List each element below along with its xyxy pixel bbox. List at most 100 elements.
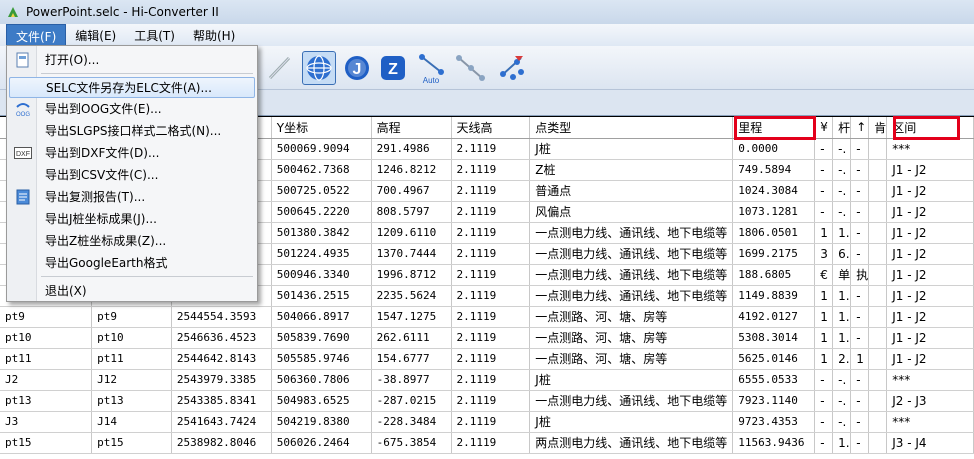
line-tool-icon[interactable] [262,51,296,85]
cell-col-point-type: J桩 [529,369,734,391]
cell-col-elevation: 1209.6110 [371,222,452,244]
cell-col-elevation: -675.3854 [371,432,452,454]
cell-col-id: J3 [0,411,93,433]
header-col-mileage[interactable]: 里程 [732,117,816,139]
file-menu-dropdown: 打开(O)... SELC文件另存为ELC文件(A)... OOG 导出到OOG… [6,45,258,302]
cell-col-y: 506360.7806 [271,369,372,391]
cell-col-extra-2: 2. [832,348,852,370]
cell-col-extra-2: -. [832,201,852,223]
cell-col-extra-4 [868,369,888,391]
cell-col-extra-4 [868,306,888,328]
cell-col-extra-1: 1 [814,348,834,370]
cell-col-y: 501224.4935 [271,243,372,265]
cell-col-extra-2: -. [832,390,852,412]
cell-col-interval: J2 - J3 [886,390,974,412]
menu-help[interactable]: 帮助(H) [184,24,244,46]
cell-col-extra-3: - [850,285,870,307]
menu-file[interactable]: 文件(F) [6,24,67,46]
header-col-elevation[interactable]: 高程 [371,117,452,139]
cell-col-extra-2: -. [832,411,852,433]
z-tool-icon[interactable]: Z [376,51,410,85]
cell-col-mileage: 1149.8839 [732,285,816,307]
cell-col-extra-3: - [850,369,870,391]
cell-col-point-type: 一点测路、河、塘、房等 [529,348,734,370]
menu-item-label: 导出到CSV文件(C)... [45,168,159,182]
connect-nodes-icon[interactable] [454,51,488,85]
cell-col-extra-1: 3 [814,243,834,265]
cell-col-extra-3: - [850,327,870,349]
menu-item-save-as-elc[interactable]: SELC文件另存为ELC文件(A)... [9,77,255,98]
cell-col-extra-3: - [850,411,870,433]
cell-col-antenna-height: 2.1119 [451,138,531,160]
edit-nodes-icon[interactable] [494,51,528,85]
cell-col-antenna-height: 2.1119 [451,180,531,202]
menu-item-export-dxf[interactable]: DXF 导出到DXF文件(D)... [9,142,255,163]
cell-col-extra-1: - [814,432,834,454]
auto-connect-icon[interactable]: Auto [416,51,450,85]
table-row[interactable]: pt9 pt9 2544554.3593 504066.8917 1547.1275 2.… [0,306,974,328]
cell-col-mileage: 11563.9436 [732,432,816,454]
cell-col-extra-1: - [814,390,834,412]
cell-col-antenna-height: 2.1119 [451,285,531,307]
header-col-extra-2[interactable]: 杆 [832,117,852,139]
cell-col-y: 500462.7368 [271,159,372,181]
cell-col-id: pt11 [0,348,93,370]
header-col-interval[interactable]: 区间 [886,117,974,139]
app-icon [6,5,20,19]
cell-col-elevation: 1246.8212 [371,159,452,181]
cell-col-interval: *** [886,411,974,433]
cell-col-extra-2: -. [832,369,852,391]
cell-col-mileage: 9723.4353 [732,411,816,433]
cell-col-extra-3: - [850,390,870,412]
cell-col-interval: J1 - J2 [886,222,974,244]
cell-col-id: pt9 [0,306,93,328]
cell-col-x: 2538982.8046 [171,432,272,454]
cell-col-extra-3: - [850,306,870,328]
cell-col-point-type: 普通点 [529,180,734,202]
table-row[interactable]: pt13 pt13 2543385.8341 504983.6525 -287.0215… [0,390,974,412]
menu-item-exit[interactable]: 退出(X) [9,280,255,301]
header-col-extra-4[interactable]: 肯 [868,117,888,139]
table-row[interactable]: pt10 pt10 2546636.4523 505839.7690 262.6111 2… [0,327,974,349]
j-tool-icon[interactable]: J [340,51,374,85]
menu-item-export-csv[interactable]: 导出到CSV文件(C)... [9,164,255,185]
cell-col-elevation: -38.8977 [371,369,452,391]
cell-col-extra-2: -. [832,159,852,181]
table-row[interactable]: J3 J14 2541643.7424 504219.8380 -228.3484 2.1… [0,411,974,433]
globe-tool-icon[interactable] [302,51,336,85]
menu-item-export-j-coords[interactable]: 导出J桩坐标成果(J)... [9,208,255,229]
menu-item-export-oog[interactable]: OOG 导出到OOG文件(E)... [9,98,255,119]
header-col-extra-1[interactable]: ¥ [814,117,834,139]
menu-item-label: 导出到OOG文件(E)... [45,102,162,116]
table-row[interactable]: J2 J12 2543979.3385 506360.7806 -38.8977 2.11… [0,369,974,391]
header-col-point-type[interactable]: 点类型 [529,117,734,139]
header-col-extra-3[interactable]: ↑ [850,117,870,139]
cell-col-mileage: 188.6805 [732,264,816,286]
header-col-antenna-height[interactable]: 天线高 [451,117,531,139]
table-row[interactable]: pt11 pt11 2544642.8143 505585.9746 154.6777 2… [0,348,974,370]
cell-col-elevation: 1370.7444 [371,243,452,265]
header-col-y[interactable]: Y坐标 [271,117,372,139]
menu-tools[interactable]: 工具(T) [125,24,184,46]
cell-col-name: pt11 [91,348,172,370]
cell-col-antenna-height: 2.1119 [451,369,531,391]
menu-item-export-slgps[interactable]: 导出SLGPS接口样式二格式(N)... [9,120,255,141]
menu-item-label: 导出J桩坐标成果(J)... [45,212,157,226]
cell-col-antenna-height: 2.1119 [451,201,531,223]
cell-col-name: pt9 [91,306,172,328]
menu-item-export-google-earth[interactable]: 导出GoogleEarth格式 [9,252,255,273]
cell-col-extra-4 [868,180,888,202]
cell-col-extra-4 [868,243,888,265]
table-row[interactable]: pt15 pt15 2538982.8046 506026.2464 -675.3854… [0,432,974,454]
cell-col-extra-2: 1. [832,432,852,454]
cell-col-elevation: 1996.8712 [371,264,452,286]
menu-item-export-report[interactable]: 导出复测报告(T)... [9,186,255,207]
cell-col-antenna-height: 2.1119 [451,306,531,328]
menu-edit[interactable]: 编辑(E) [66,24,125,46]
menu-item-export-z-coords[interactable]: 导出Z桩坐标成果(Z)... [9,230,255,251]
menu-item-open[interactable]: 打开(O)... [9,49,255,70]
cell-col-antenna-height: 2.1119 [451,348,531,370]
cell-col-x: 2544554.3593 [171,306,272,328]
cell-col-point-type: 一点测电力线、通讯线、地下电缆等 [529,243,734,265]
cell-col-extra-4 [868,411,888,433]
